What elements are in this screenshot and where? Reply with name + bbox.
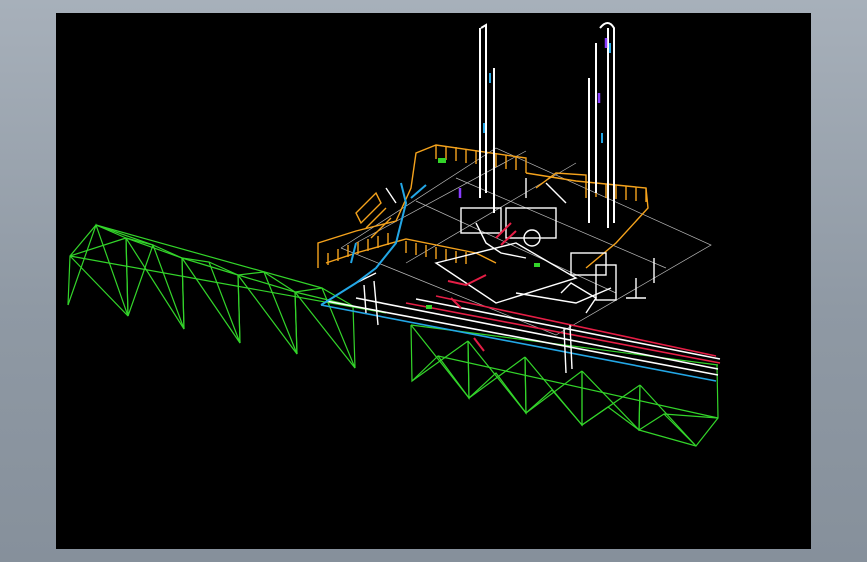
plant-3d-model [67,22,721,447]
pipe-rack-left [67,223,387,369]
water-piping [320,182,427,306]
pipe-bundle [320,295,721,382]
window-frame [0,0,867,562]
stack-accents [483,43,611,143]
cad-viewport[interactable] [56,13,811,549]
platform-railing [317,144,649,269]
equipment [355,178,655,374]
